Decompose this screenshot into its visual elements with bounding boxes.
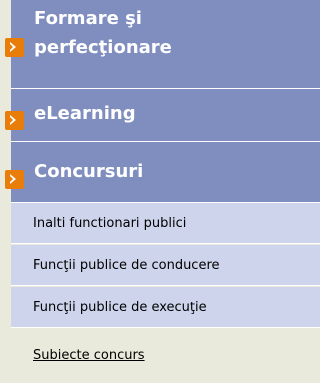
menu-item-concursuri[interactable]: Concursuri [5, 142, 320, 203]
submenu-item-label: Funcţii publice de execuţie [33, 300, 207, 315]
submenu-item-label: Funcţii publice de conducere [33, 258, 220, 273]
sidebar-menu: Formare şi perfecţionare eLearning Concu… [0, 0, 320, 383]
arrow-right-icon [5, 111, 24, 130]
submenu-item-label: Inalti functionari publici [33, 216, 187, 231]
menu-item-label: Concursuri [34, 161, 144, 182]
arrow-right-icon [5, 170, 24, 189]
menu-item-label-line2: perfecţionare [34, 37, 172, 58]
submenu-item-functii-executie[interactable]: Funcţii publice de execuţie [11, 287, 320, 328]
arrow-right-icon [5, 38, 24, 57]
submenu-item-inalti-functionari[interactable]: Inalti functionari publici [11, 203, 320, 244]
submenu-item-label: Subiecte concurs [33, 348, 145, 363]
menu-item-label: eLearning [34, 103, 136, 124]
menu-item-formare[interactable]: Formare şi perfecţionare [5, 0, 320, 89]
submenu-item-functii-conducere[interactable]: Funcţii publice de conducere [11, 245, 320, 286]
left-strip [0, 0, 11, 383]
submenu-item-subiecte-concurs[interactable]: Subiecte concurs [11, 335, 320, 376]
menu-item-elearning[interactable]: eLearning [5, 89, 320, 142]
